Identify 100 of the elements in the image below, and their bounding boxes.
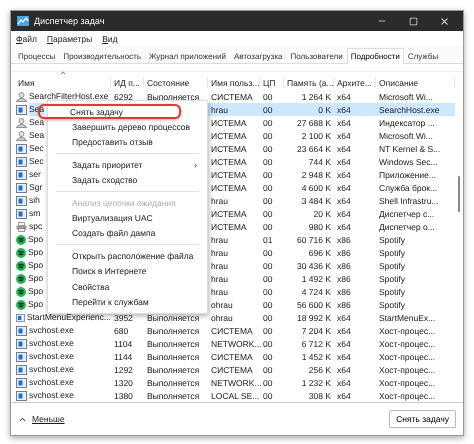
table-cell-text: LOCAL SE... (210, 390, 260, 402)
column-header[interactable]: Память (а... (284, 78, 334, 88)
table-cell: hrau (208, 103, 260, 116)
table-cell[interactable]: Spo (28, 298, 44, 311)
table-cell[interactable]: Sea (29, 129, 44, 142)
table-cell-text: NETWORK... (210, 338, 260, 350)
table-cell-text: Spotify (378, 298, 406, 311)
table-cell-text: 00 (262, 116, 274, 129)
table-cell[interactable]: ser (29, 168, 41, 181)
table-cell-text: x64 (336, 350, 352, 363)
table-cell-text: 00 (262, 90, 274, 103)
window-icon (16, 352, 27, 362)
table-cell-text: 00 (262, 182, 274, 194)
table-cell-text: 27 688 K (296, 116, 332, 129)
table-cell[interactable]: svchost.exe (29, 324, 74, 337)
context-menu-item[interactable]: Открыть расположение файла (48, 248, 207, 264)
table-cell[interactable]: Spo (28, 246, 44, 259)
table-cell[interactable]: Spo (28, 259, 44, 272)
table-cell-text: Индексатор ... (378, 116, 436, 129)
table-cell-text: hrau (210, 260, 230, 272)
menu-item[interactable]: Вид (102, 34, 118, 44)
table-cell[interactable]: Sec (29, 142, 44, 155)
table-cell-text: ИСТЕМА (210, 208, 248, 220)
table-cell-text: 308 K (308, 390, 332, 402)
end-task-button[interactable]: Снять задачу (389, 410, 456, 428)
fewer-details-link[interactable]: Меньше (18, 414, 65, 424)
table-cell-text: СИСТЕМА (210, 324, 254, 337)
table-cell: 00 (260, 103, 284, 116)
tab[interactable]: Производительность (59, 48, 145, 64)
table-cell-text: 1 452 K (300, 350, 332, 363)
column-header[interactable]: Имя (15, 78, 111, 88)
table-cell-text: Spotify (378, 260, 406, 272)
context-menu-item[interactable]: Задать сходство (48, 172, 207, 188)
table-cell[interactable]: spc (29, 220, 42, 233)
column-header[interactable]: Состояние (144, 78, 208, 88)
column-header[interactable]: Архите... (334, 78, 376, 88)
table-cell-text: 6292 (113, 90, 134, 103)
table-cell-text: x64 (336, 390, 352, 402)
table-cell-text: 980 K (308, 220, 332, 233)
tab[interactable]: Автозагрузка (230, 48, 286, 64)
table-cell-text: Выполняется (146, 390, 200, 402)
window-icon (16, 326, 27, 336)
window-icon (16, 196, 27, 206)
table-cell-text: ИСТЕМА (210, 116, 248, 129)
table-cell[interactable]: svchost.exe (29, 337, 74, 350)
table-cell[interactable]: svchost.exe (29, 376, 74, 389)
user-icon (16, 130, 27, 140)
table-cell-text: x64 (336, 168, 352, 181)
table-cell-text: ИСТЕМА (210, 168, 248, 181)
column-header[interactable]: Описание (376, 78, 455, 88)
table-cell-text: ohrau (210, 298, 234, 311)
table-cell[interactable]: Spo (28, 285, 44, 298)
table-cell-text: 7 204 K (300, 324, 332, 337)
tab[interactable]: Службы (404, 48, 442, 64)
table-cell-text: Диспетчер о... (378, 220, 436, 233)
table-cell-text: 2 948 K (300, 168, 332, 181)
context-menu-item[interactable]: Завершить дерево процессов (48, 119, 207, 135)
table-cell[interactable]: svchost.exe (29, 389, 74, 402)
scrollbar-thumb[interactable] (458, 176, 460, 212)
table-cell-text: 00 (262, 142, 274, 155)
table-cell[interactable]: svchost.exe (29, 363, 74, 376)
context-menu-item[interactable]: Виртуализация UAC (48, 210, 207, 226)
table-cell[interactable]: Spo (28, 233, 44, 246)
table-cell[interactable]: sm (29, 207, 40, 220)
table-cell[interactable]: StartMenuExperienc... (26, 311, 111, 324)
table-cell-text: Выполняется (146, 350, 200, 363)
context-menu-item[interactable]: Поиск в Интернете (48, 264, 207, 279)
menu-item[interactable]: Файл (16, 34, 37, 44)
context-menu-item[interactable]: Задать приоритет › (48, 157, 207, 173)
table-cell[interactable]: svchost.exe (29, 350, 74, 363)
table-cell[interactable]: sih (29, 194, 40, 207)
column-header[interactable]: Имя польз... (208, 78, 260, 88)
table-cell-text: x64 (336, 338, 352, 350)
tab[interactable]: Пользователи (286, 48, 347, 64)
column-header[interactable]: ЦП (260, 78, 284, 88)
table-cell-text: 680 (113, 324, 130, 337)
menu-item[interactable]: Параметры (46, 34, 92, 44)
table-cell-text: СИСТЕМА (210, 350, 254, 363)
table-cell-text: 00 (262, 324, 274, 337)
column-header[interactable]: ИД п... (111, 78, 144, 88)
context-menu-item[interactable]: Предоставить отзыв (48, 134, 207, 150)
tab[interactable]: Подробности (346, 48, 404, 64)
table-cell-text: x86 (336, 246, 352, 259)
user-icon (16, 92, 27, 102)
table-cell-text: 30 436 K (296, 260, 332, 272)
table-cell[interactable]: Sgr (29, 181, 42, 194)
table-cell[interactable]: SearchFilterHost.exe (29, 90, 108, 103)
table-cell-text: ohrau (210, 312, 234, 324)
tab[interactable]: Журнал приложений (145, 48, 230, 64)
window-icon (16, 144, 27, 154)
table-cell-text: СИСТЕМА (210, 364, 254, 376)
context-menu-item[interactable]: Перейти к службам (48, 294, 207, 310)
table-cell-text: NT Kernel & S... (378, 142, 442, 155)
table-cell[interactable]: Spo (28, 272, 44, 285)
context-menu-item[interactable]: Создать файл дампа (48, 226, 207, 242)
context-menu-item[interactable]: Свойства (48, 278, 207, 294)
table-cell-text: 00 (262, 312, 274, 324)
table-cell[interactable]: Sec (29, 155, 44, 168)
table-cell-text: ИСТЕМА (210, 182, 248, 194)
tab[interactable]: Процессы (14, 48, 60, 64)
